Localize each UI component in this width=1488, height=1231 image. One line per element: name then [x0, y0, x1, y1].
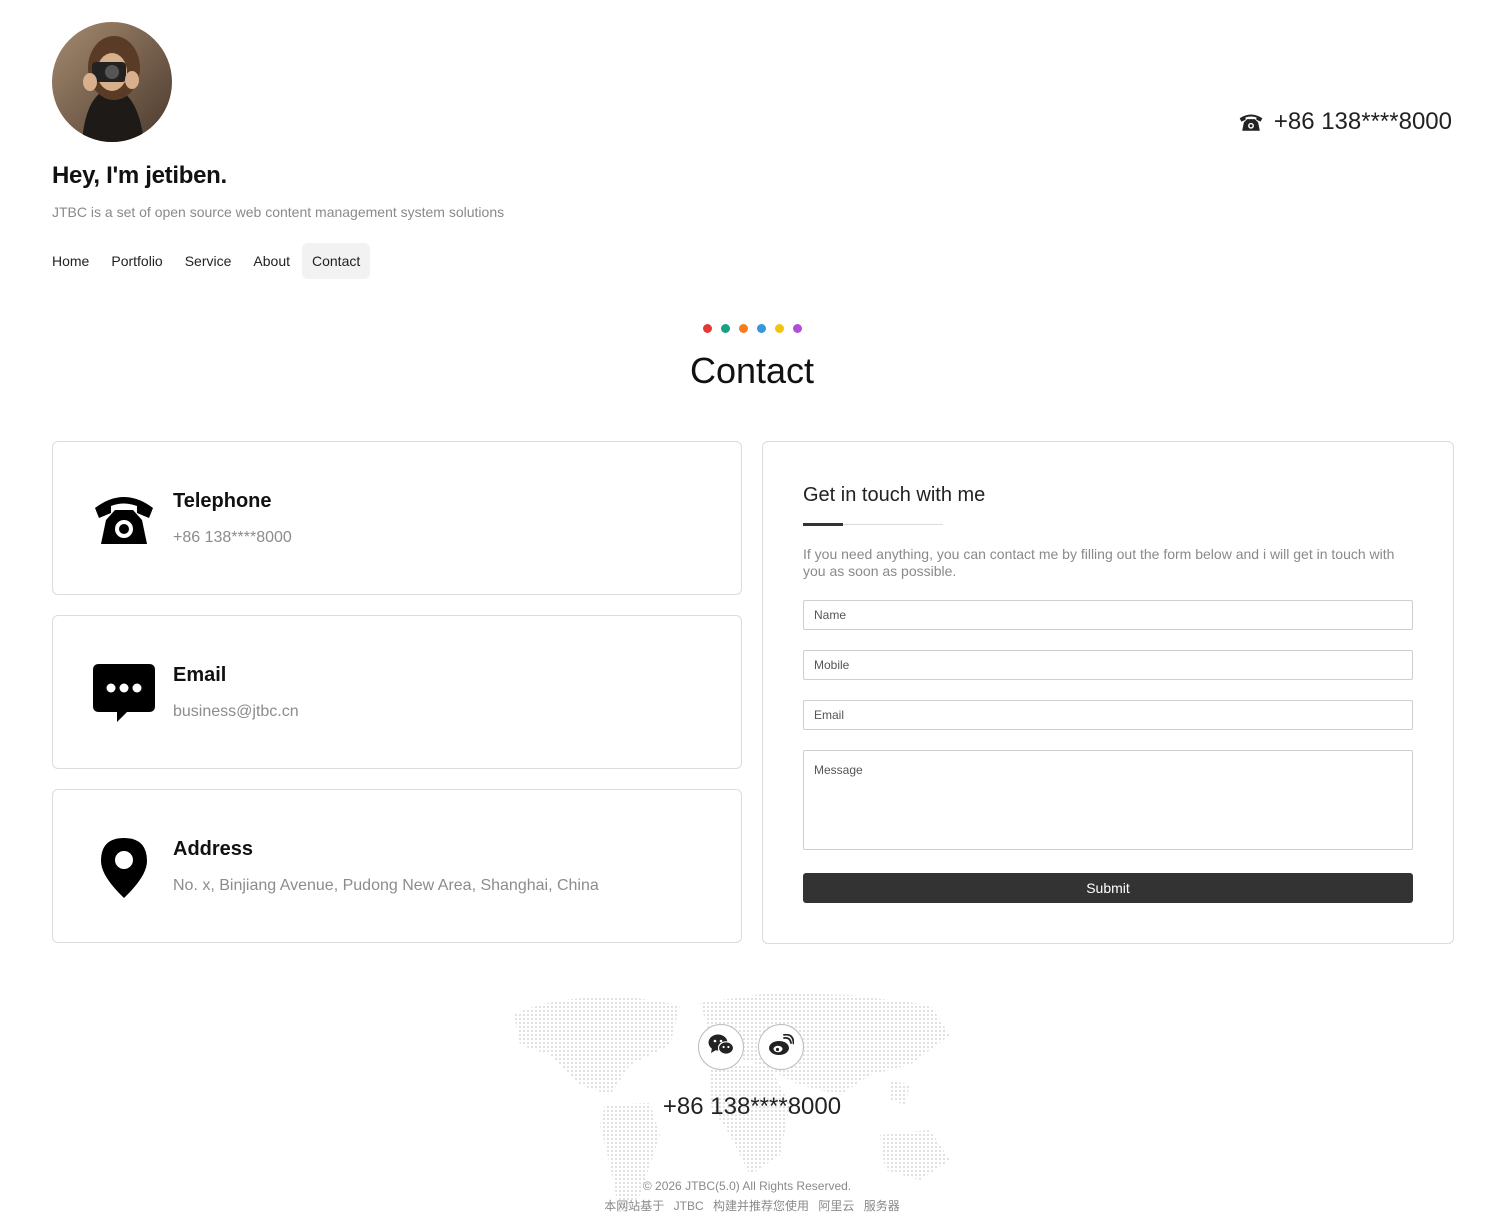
footer-phone[interactable]: +86 138****8000	[0, 1093, 1488, 1121]
address-card: Address No. x, Binjiang Avenue, Pudong N…	[52, 789, 742, 943]
telephone-value[interactable]: +86 138****8000	[173, 529, 292, 547]
decoration-dot	[793, 324, 802, 333]
site-header: Hey, I'm jetiben. JTBC is a set of open …	[52, 22, 1452, 282]
weibo-button[interactable]	[758, 1024, 804, 1070]
form-title-divider-accent	[803, 523, 843, 526]
site-tagline: JTBC is a set of open source web content…	[52, 204, 505, 220]
decoration-dot	[775, 324, 784, 333]
telephone-card: Telephone +86 138****8000	[52, 441, 742, 595]
submit-button[interactable]: Submit	[803, 873, 1413, 903]
decoration-dot	[739, 324, 748, 333]
credit-text: 本网站基于	[604, 1199, 665, 1213]
weibo-icon	[768, 1033, 795, 1061]
title-decoration-dots	[703, 324, 802, 333]
avatar	[52, 22, 172, 142]
credit-text: 服务器	[863, 1199, 900, 1213]
copyright-text: © 2026 JTBC(5.0) All Rights Reserved.	[642, 1179, 852, 1193]
decoration-dot	[757, 324, 766, 333]
footer-credits: 本网站基于 JTBC 构建并推荐您使用 阿里云 服务器	[0, 1197, 1488, 1214]
form-title: Get in touch with me	[803, 484, 986, 506]
page-title: Contact	[689, 350, 815, 391]
card-title: Email	[173, 664, 227, 686]
nav-item-service[interactable]: Service	[175, 243, 242, 279]
telephone-icon	[93, 488, 155, 550]
nav-item-home[interactable]: Home	[42, 243, 99, 279]
header-phone[interactable]: +86 138****8000	[1238, 108, 1452, 136]
mobile-input[interactable]	[803, 650, 1413, 680]
card-title: Telephone	[173, 490, 272, 512]
aliyun-link[interactable]: 阿里云	[818, 1199, 854, 1213]
message-textarea[interactable]	[803, 750, 1413, 850]
address-value: No. x, Binjiang Avenue, Pudong New Area,…	[173, 877, 599, 894]
decoration-dot	[703, 324, 712, 333]
header-phone-number: +86 138****8000	[1273, 108, 1452, 135]
card-title: Address	[173, 838, 254, 860]
email-input[interactable]	[803, 700, 1413, 730]
email-card: Email business@jtbc.cn	[52, 615, 742, 769]
telephone-icon	[1238, 111, 1264, 133]
contact-form-card: Get in touch with me If you need anythin…	[762, 441, 1454, 944]
wechat-button[interactable]	[698, 1024, 744, 1070]
decoration-dot	[721, 324, 730, 333]
main-nav: Home Portfolio Service About Contact	[42, 243, 371, 279]
speech-bubble-icon	[93, 662, 155, 724]
nav-item-contact[interactable]: Contact	[302, 243, 371, 279]
name-input[interactable]	[803, 600, 1413, 630]
credit-text: 构建并推荐您使用	[712, 1199, 809, 1213]
map-pin-icon	[93, 836, 155, 898]
page-heading: Hey, I'm jetiben.	[52, 162, 227, 189]
nav-item-about[interactable]: About	[243, 243, 300, 279]
jtbc-link[interactable]: JTBC	[674, 1199, 704, 1213]
form-description: If you need anything, you can contact me…	[803, 546, 1395, 579]
email-value[interactable]: business@jtbc.cn	[173, 703, 299, 721]
nav-item-portfolio[interactable]: Portfolio	[101, 243, 172, 279]
wechat-icon	[708, 1034, 735, 1061]
